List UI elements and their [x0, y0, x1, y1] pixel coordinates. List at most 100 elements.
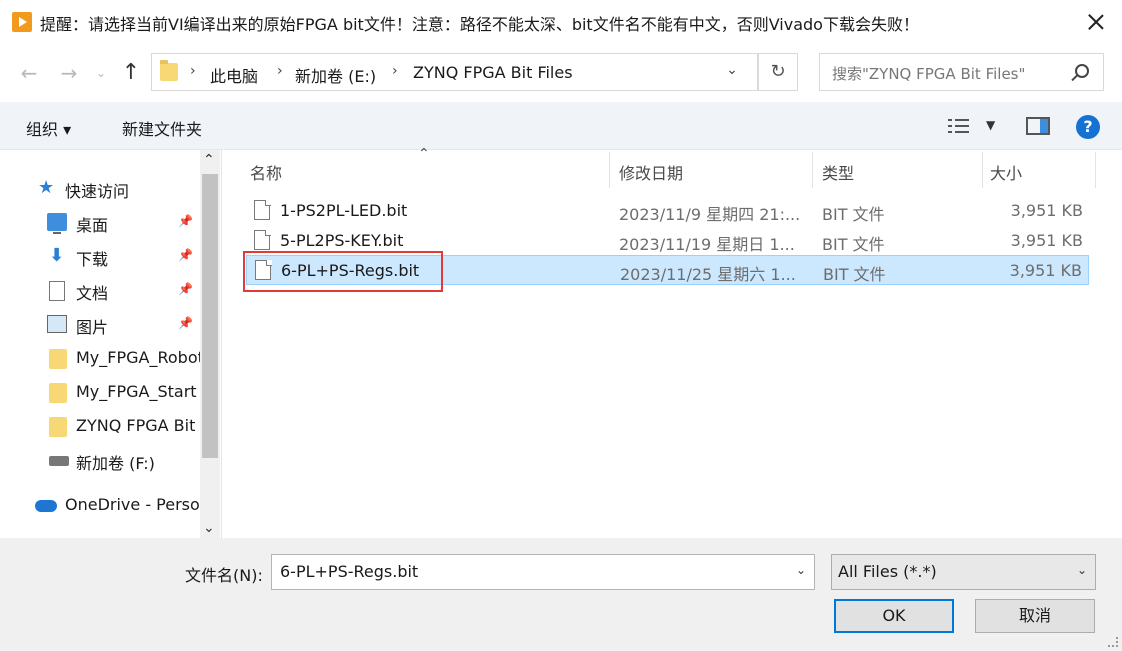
chevron-down-icon[interactable]: ⌄: [796, 563, 806, 577]
filetype-select[interactable]: All Files (*.*) ⌄: [831, 554, 1096, 590]
file-date: 2023/11/9 星期四 21:...: [619, 205, 801, 224]
sidebar-item-zynq-fpga-bit[interactable]: ZYNQ FPGA Bit: [0, 410, 200, 442]
sidebar-item-quick-access[interactable]: ★ 快速访问: [0, 172, 200, 204]
sidebar-item-downloads[interactable]: ⬇ 下载 📌: [0, 240, 200, 272]
close-button[interactable]: [1084, 10, 1108, 34]
back-button[interactable]: ←: [16, 60, 42, 86]
sidebar-item-label: 图片: [76, 318, 109, 337]
table-row[interactable]: 1-PS2PL-LED.bit 2023/11/9 星期四 21:... BIT…: [246, 196, 1089, 226]
sidebar-item-label: 下载: [76, 250, 109, 269]
red-highlight-annotation: [243, 251, 443, 292]
chevron-down-icon[interactable]: ▼: [986, 118, 995, 132]
file-name: 5-PL2PS-KEY.bit: [280, 231, 404, 250]
sidebar-item-label: My_FPGA_Start: [76, 382, 197, 401]
chevron-down-icon[interactable]: ⌄: [1077, 563, 1087, 577]
chevron-right-icon: ›: [392, 63, 398, 79]
sidebar-item-label: My_FPGA_Robot: [76, 348, 200, 367]
folder-icon: [49, 417, 67, 437]
folder-icon: [49, 349, 67, 369]
sidebar-item-pictures[interactable]: 图片 📌: [0, 308, 200, 340]
help-icon[interactable]: ?: [1076, 115, 1100, 139]
column-header-date[interactable]: 修改日期: [619, 160, 683, 184]
breadcrumb-current-folder[interactable]: ZYNQ FPGA Bit Files: [413, 63, 573, 82]
pin-icon[interactable]: 📌: [178, 316, 193, 330]
address-bar[interactable]: › 此电脑 › 新加卷 (E:) › ZYNQ FPGA Bit Files: [151, 53, 758, 91]
sidebar-item-label: 文档: [76, 284, 109, 303]
column-header-name[interactable]: 名称: [250, 160, 282, 184]
ok-button[interactable]: OK: [834, 599, 954, 633]
file-size: 3,951 KB: [1009, 261, 1082, 280]
pin-icon[interactable]: 📌: [178, 214, 193, 228]
filetype-value: All Files (*.*): [838, 562, 937, 581]
preview-pane-icon[interactable]: [1026, 117, 1050, 135]
folder-icon: [49, 383, 67, 403]
sidebar-item-onedrive[interactable]: OneDrive - Personal: [0, 489, 200, 521]
filename-value[interactable]: 6-PL+PS-Regs.bit: [280, 562, 418, 581]
column-divider[interactable]: [609, 152, 610, 188]
scroll-down-icon[interactable]: ⌄: [203, 520, 215, 536]
forward-button[interactable]: →: [56, 60, 82, 86]
organize-button[interactable]: 组织 ▾: [26, 116, 71, 140]
pictures-icon: [47, 315, 67, 333]
sidebar-item-label: 桌面: [76, 216, 109, 235]
resize-grip-icon[interactable]: [1108, 637, 1118, 647]
sidebar-item-drive-f[interactable]: 新加卷 (F:): [0, 444, 200, 476]
scrollbar-thumb[interactable]: [202, 174, 218, 458]
search-input[interactable]: 搜索"ZYNQ FPGA Bit Files": [832, 63, 1025, 84]
folder-icon: [160, 60, 178, 81]
desktop-icon: [47, 213, 67, 234]
sidebar-item-my-fpga-robot[interactable]: My_FPGA_Robot: [0, 342, 200, 374]
file-date: 2023/11/19 星期日 1...: [619, 235, 795, 254]
title-bar: 提醒：请选择当前VI编译出来的原始FPGA bit文件！注意：路径不能太深、bi…: [0, 0, 1122, 44]
command-toolbar: 组织 ▾ 新建文件夹 ▼ ?: [0, 102, 1122, 150]
sidebar-item-label: 快速访问: [65, 182, 130, 201]
sidebar-item-documents[interactable]: 文档 📌: [0, 274, 200, 306]
sidebar-scrollbar[interactable]: ⌃ ⌄: [200, 150, 220, 538]
scroll-up-icon[interactable]: ⌃: [203, 152, 215, 168]
search-icon[interactable]: [1075, 64, 1089, 78]
file-date: 2023/11/25 星期六 1...: [620, 265, 796, 284]
sidebar-item-desktop[interactable]: 桌面 📌: [0, 206, 200, 238]
column-divider[interactable]: [982, 152, 983, 188]
file-name: 1-PS2PL-LED.bit: [280, 201, 408, 220]
file-icon: [254, 229, 271, 250]
window-title: 提醒：请选择当前VI编译出来的原始FPGA bit文件！注意：路径不能太深、bi…: [40, 15, 919, 34]
column-header-type[interactable]: 类型: [822, 160, 854, 184]
up-button[interactable]: ↑: [118, 60, 144, 86]
cancel-button[interactable]: 取消: [975, 599, 1095, 633]
sidebar-item-label: ZYNQ FPGA Bit: [76, 416, 196, 435]
file-size: 3,951 KB: [1010, 201, 1083, 220]
new-folder-button[interactable]: 新建文件夹: [122, 116, 202, 140]
refresh-button[interactable]: ↻: [758, 53, 798, 91]
filename-input[interactable]: 6-PL+PS-Regs.bit ⌄: [271, 554, 815, 590]
file-type: BIT 文件: [823, 265, 886, 284]
document-icon: [49, 281, 65, 301]
file-type: BIT 文件: [822, 235, 885, 254]
file-size: 3,951 KB: [1010, 231, 1083, 250]
sidebar-item-label: OneDrive - Personal: [65, 495, 200, 514]
download-icon: ⬇: [49, 245, 65, 266]
file-list: ⌃ 名称 修改日期 类型 大小 1-PS2PL-LED.bit 2023/11/…: [222, 146, 1122, 538]
labview-app-icon: [12, 12, 32, 32]
filename-label: 文件名(N):: [185, 566, 263, 585]
star-icon: ★: [38, 177, 55, 198]
column-header-size[interactable]: 大小: [990, 160, 1022, 184]
file-type: BIT 文件: [822, 205, 885, 224]
cloud-icon: [35, 500, 57, 512]
sidebar-item-my-fpga-start[interactable]: My_FPGA_Start: [0, 376, 200, 408]
pin-icon[interactable]: 📌: [178, 282, 193, 296]
column-divider[interactable]: [1095, 152, 1096, 188]
address-dropdown-button[interactable]: ⌄: [720, 62, 744, 86]
dialog-footer: 文件名(N): 6-PL+PS-Regs.bit ⌄ All Files (*.…: [0, 538, 1122, 651]
search-box[interactable]: 搜索"ZYNQ FPGA Bit Files": [819, 53, 1104, 91]
sort-ascending-icon: ⌃: [418, 146, 430, 162]
navigation-pane: ★ 快速访问 桌面 📌 ⬇ 下载 📌 文档 📌 图片 📌 My_FPGA_Rob…: [0, 150, 222, 538]
drive-icon: [49, 456, 69, 466]
breadcrumb-drive-e[interactable]: 新加卷 (E:): [295, 63, 376, 87]
view-options-icon[interactable]: [948, 118, 970, 134]
breadcrumb-this-pc[interactable]: 此电脑: [210, 63, 258, 87]
recent-locations-button[interactable]: ⌄: [92, 60, 110, 86]
chevron-right-icon: ›: [277, 63, 283, 79]
column-divider[interactable]: [812, 152, 813, 188]
pin-icon[interactable]: 📌: [178, 248, 193, 262]
